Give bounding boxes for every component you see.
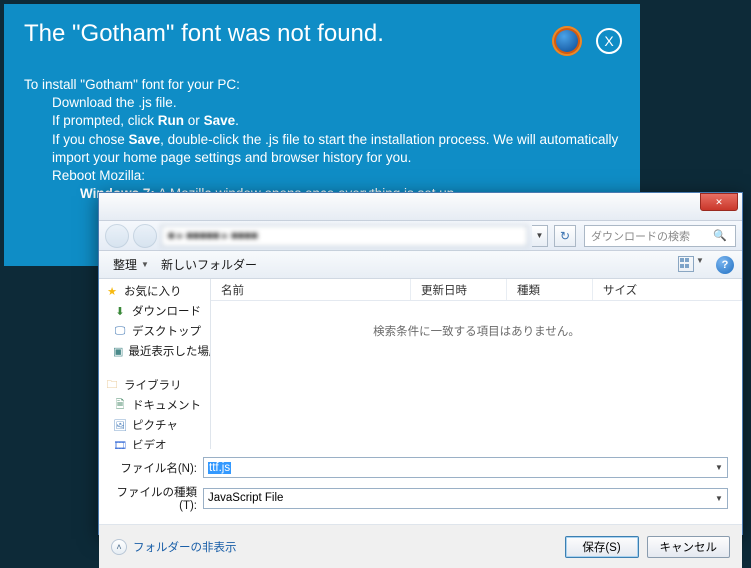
panel-title: The "Gotham" font was not found. [24,20,620,48]
save-dialog: ✕ ■ ▸ ■■■■■ ▸ ■■■■ ▼ ↻ ダウンロードの検索 🔍 整理 ▼ … [98,192,743,535]
dialog-titlebar[interactable]: ✕ [99,193,742,221]
search-icon: 🔍 [711,226,729,246]
sidebar-downloads[interactable]: ⬇ダウンロード [99,301,210,321]
path-dropdown[interactable]: ▼ [532,225,548,247]
dialog-navbar: ■ ▸ ■■■■■ ▸ ■■■■ ▼ ↻ ダウンロードの検索 🔍 [99,221,742,251]
step-save: If you chose Save, double-click the .js … [24,131,620,167]
save-button[interactable]: 保存(S) [565,536,639,558]
chevron-down-icon: ▼ [696,256,704,274]
filetype-value: JavaScript File [208,492,283,504]
filename-input[interactable]: ttf.js ▼ [203,457,728,478]
filetype-label: ファイルの種類(T): [113,484,203,512]
breadcrumb-path[interactable]: ■ ▸ ■■■■■ ▸ ■■■■ [161,225,528,247]
intro-line: To install "Gotham" font for your PC: [24,76,620,94]
sidebar-recent[interactable]: ▣最近表示した場所 [99,341,210,361]
dialog-close-button[interactable]: ✕ [700,193,738,211]
step-download: Download the .js file. [24,94,620,112]
search-input[interactable]: ダウンロードの検索 🔍 [584,225,736,247]
sidebar-pictures[interactable]: 🖼ピクチャ [99,415,210,435]
new-folder-button[interactable]: 新しいフォルダー [155,254,263,275]
sidebar-documents[interactable]: 🗎ドキュメント [99,395,210,415]
picture-icon: 🖼 [113,418,127,432]
chevron-down-icon[interactable]: ▼ [711,458,727,477]
video-icon: 🎞 [113,438,127,449]
hide-folders-toggle[interactable]: ˄ フォルダーの非表示 [111,539,237,555]
sidebar-videos[interactable]: 🎞ビデオ [99,435,210,449]
organize-menu[interactable]: 整理 ▼ [107,254,155,275]
dialog-toolbar: 整理 ▼ 新しいフォルダー ▼ ? [99,251,742,279]
help-icon[interactable]: ? [716,256,734,274]
step-prompt: If prompted, click Run or Save. [24,112,620,130]
step-reboot: Reboot Mozilla: [24,167,620,185]
download-icon: ⬇ [113,304,127,318]
chevron-down-icon[interactable]: ▼ [711,489,727,508]
col-name[interactable]: 名前 [211,279,411,300]
nav-back-button[interactable] [105,224,129,248]
view-options-button[interactable]: ▼ [678,256,710,274]
col-size[interactable]: サイズ [593,279,742,300]
nav-forward-button[interactable] [133,224,157,248]
search-placeholder: ダウンロードの検索 [591,228,690,244]
filename-label: ファイル名(N): [113,460,203,476]
document-icon: 🗎 [113,398,127,412]
filetype-select[interactable]: JavaScript File ▼ [203,488,728,509]
col-type[interactable]: 種類 [507,279,593,300]
library-icon: 🗀 [105,378,119,392]
column-headers: 名前 更新日時 種類 サイズ [211,279,742,301]
recent-icon: ▣ [113,344,123,358]
filename-value: ttf.js [208,462,231,474]
filename-fields: ファイル名(N): ttf.js ▼ ファイルの種類(T): JavaScrip… [99,449,742,524]
firefox-icon [552,26,582,56]
dialog-body: ★お気に入り ⬇ダウンロード 🖵デスクトップ ▣最近表示した場所 🗀ライブラリ … [99,279,742,449]
refresh-button[interactable]: ↻ [554,225,576,247]
star-icon: ★ [105,284,119,298]
chevron-down-icon: ▼ [141,260,149,269]
file-list-pane: 名前 更新日時 種類 サイズ 検索条件に一致する項目はありません。 [211,279,742,449]
sidebar-desktop[interactable]: 🖵デスクトップ [99,321,210,341]
sidebar-libraries[interactable]: 🗀ライブラリ [99,375,210,395]
expand-arrow-icon: ˄ [111,539,127,555]
sidebar-favorites[interactable]: ★お気に入り [99,281,210,301]
col-date[interactable]: 更新日時 [411,279,507,300]
cancel-button[interactable]: キャンセル [647,536,731,558]
desktop-icon: 🖵 [113,324,127,338]
panel-close-button[interactable]: X [596,28,622,54]
dialog-footer: ˄ フォルダーの非表示 保存(S) キャンセル [99,524,742,568]
empty-message: 検索条件に一致する項目はありません。 [211,301,742,339]
folder-sidebar: ★お気に入り ⬇ダウンロード 🖵デスクトップ ▣最近表示した場所 🗀ライブラリ … [99,279,211,449]
panel-body: To install "Gotham" font for your PC: Do… [24,76,620,204]
